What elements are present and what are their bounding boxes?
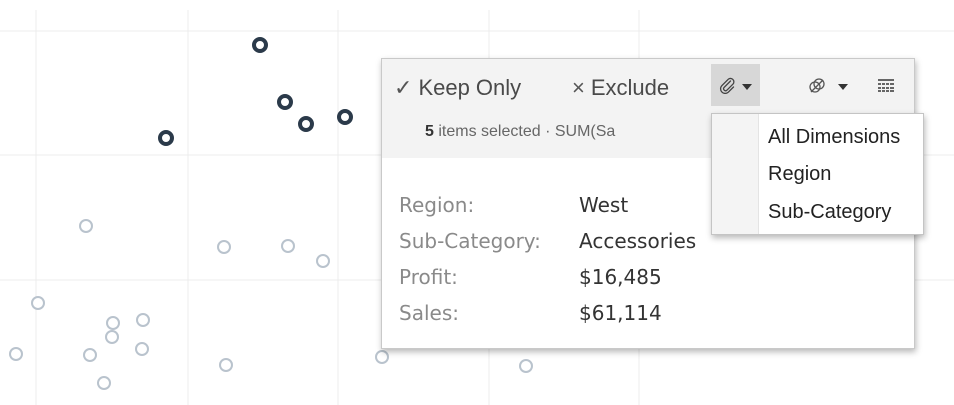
field-label: Sales:: [399, 301, 459, 325]
field-value: Accessories: [579, 229, 697, 253]
selected-count: 5: [425, 123, 434, 140]
paperclip-icon: [719, 77, 735, 94]
field-row-profit: Profit: $16,485: [399, 259, 696, 295]
scatter-mark[interactable]: [105, 330, 119, 344]
view-data-icon: [878, 79, 894, 92]
scatter-mark-selected[interactable]: [337, 109, 353, 125]
field-row-sales: Sales: $61,114: [399, 295, 696, 331]
selected-text: items selected · SUM(Sa: [438, 123, 616, 140]
scatter-mark-selected[interactable]: [298, 116, 314, 132]
field-row-region: Region: West: [399, 187, 696, 223]
scatter-mark[interactable]: [79, 219, 93, 233]
scatter-mark[interactable]: [97, 376, 111, 390]
scatter-mark[interactable]: [9, 347, 23, 361]
menu-item-sub-category[interactable]: Sub-Category: [768, 197, 891, 227]
close-icon: ×: [572, 75, 585, 100]
scatter-mark-selected[interactable]: [158, 130, 174, 146]
scatter-mark[interactable]: [106, 316, 120, 330]
field-row-sub-category: Sub-Category: Accessories: [399, 223, 696, 259]
field-label: Region:: [399, 193, 475, 217]
menu-item-region[interactable]: Region: [768, 159, 831, 189]
scatter-mark[interactable]: [217, 240, 231, 254]
scatter-mark[interactable]: [135, 342, 149, 356]
scatter-mark[interactable]: [375, 350, 389, 364]
exclude-button[interactable]: × Exclude: [572, 71, 669, 105]
scatter-mark[interactable]: [136, 313, 150, 327]
checkmark-icon: ✓: [394, 75, 413, 100]
scatter-mark-selected[interactable]: [277, 94, 293, 110]
scatter-mark[interactable]: [83, 348, 97, 362]
field-label: Profit:: [399, 265, 458, 289]
tooltip-fields: Region: West Sub-Category: Accessories Pro…: [399, 187, 696, 331]
field-value: $61,114: [579, 301, 662, 325]
field-value: West: [579, 193, 629, 217]
chevron-down-icon: [742, 84, 752, 90]
menu-gutter: [712, 114, 759, 234]
selection-summary: 5 items selected · SUM(Sa: [425, 123, 715, 141]
scatter-mark-selected[interactable]: [252, 37, 268, 53]
chevron-down-icon: [838, 84, 848, 90]
exclude-label: Exclude: [590, 75, 670, 100]
group-members-button[interactable]: [711, 64, 760, 106]
group-members-menu: All Dimensions Region Sub-Category: [711, 113, 924, 235]
menu-item-all-dimensions[interactable]: All Dimensions: [768, 122, 900, 152]
view-data-button[interactable]: [878, 79, 894, 97]
scatter-mark[interactable]: [519, 359, 533, 373]
scatter-mark[interactable]: [281, 239, 295, 253]
field-value: $16,485: [579, 265, 662, 289]
scatter-mark[interactable]: [219, 358, 233, 372]
scatter-mark[interactable]: [31, 296, 45, 310]
keep-only-button[interactable]: ✓ Keep Only: [394, 71, 521, 105]
scatter-mark[interactable]: [316, 254, 330, 268]
field-label: Sub-Category:: [399, 229, 541, 253]
keep-only-label: Keep Only: [418, 75, 522, 100]
set-icon: [809, 78, 825, 93]
create-set-button[interactable]: [807, 76, 859, 100]
